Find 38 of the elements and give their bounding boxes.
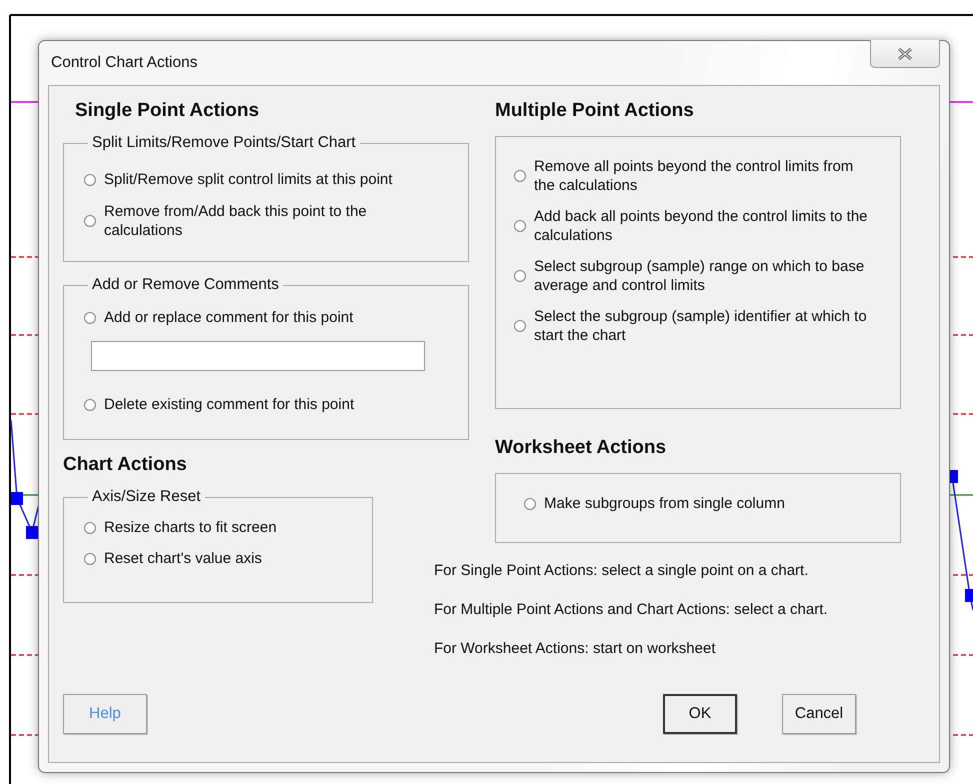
section-heading: Worksheet Actions [495, 437, 666, 459]
dialog-button[interactable]: OK [663, 694, 737, 734]
window-title: Control Chart Actions [51, 54, 198, 72]
option-label: Remove all points beyond the control limits from the calculations [534, 157, 854, 195]
radio-button[interactable] [84, 215, 96, 227]
option-label: Add back all points beyond the control limits to the calculations [534, 207, 869, 245]
option-label: Split/Remove split control limits at this point [104, 170, 392, 189]
option-label: Select subgroup (sample) range on which to base average and control limits [534, 257, 866, 295]
dialog-button[interactable]: Cancel [782, 694, 856, 734]
radio-button[interactable] [84, 312, 96, 324]
comment-field[interactable] [91, 341, 425, 371]
section-heading: Multiple Point Actions [495, 100, 694, 122]
radio-button[interactable] [84, 174, 96, 186]
radio-button[interactable] [514, 220, 526, 232]
radio-button[interactable] [84, 522, 96, 534]
radio-button[interactable] [514, 170, 526, 182]
instruction-text: For Multiple Point Actions and Chart Actions: select a chart. [434, 600, 828, 620]
radio-button[interactable] [84, 398, 96, 410]
radio-button[interactable] [514, 320, 526, 332]
radio-button[interactable] [514, 270, 526, 282]
option-label: Resize charts to fit screen [104, 518, 277, 537]
option-label: Make subgroups from single column [544, 494, 785, 513]
radio-button[interactable] [524, 498, 536, 510]
section-heading: Single Point Actions [75, 100, 260, 122]
option-label: Delete existing comment for this point [104, 395, 354, 414]
radio-button[interactable] [84, 552, 96, 564]
group-label: Axis/Size Reset [91, 488, 202, 506]
option-label: Add or replace comment for this point [104, 308, 354, 327]
instruction-text: For Worksheet Actions: start on worksheet [434, 639, 717, 659]
option-label: Reset chart's value axis [104, 549, 262, 568]
close-icon [897, 46, 913, 60]
close-button[interactable] [870, 40, 940, 68]
instruction-text: For Single Point Actions: select a single point on a chart. [434, 561, 810, 581]
section-heading: Chart Actions [63, 454, 187, 476]
option-label: Select the subgroup (sample) identifier at which to start the chart [534, 307, 868, 345]
option-label: Remove from/Add back this point to the calculations [104, 202, 368, 240]
group-label: Add or Remove Comments [91, 276, 280, 294]
group-label: Split Limits/Remove Points/Start Chart [91, 134, 357, 152]
